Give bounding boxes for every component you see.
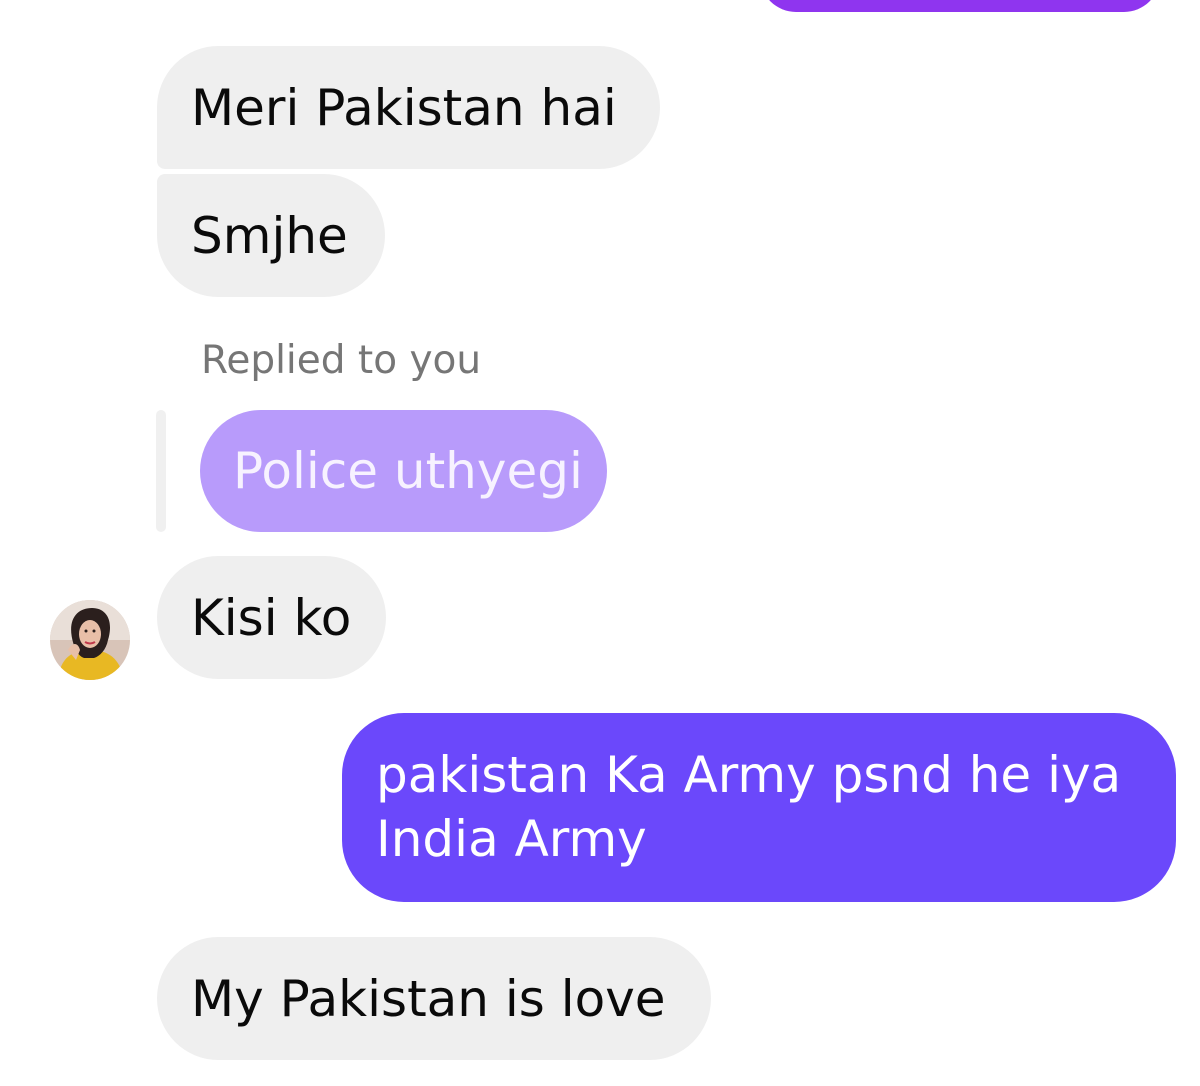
incoming-message[interactable]: Smjhe	[157, 174, 385, 297]
quoted-message[interactable]: Police uthyegi	[200, 410, 607, 532]
message-text: pakistan Ka Army psnd he iya India Army	[376, 746, 1122, 868]
incoming-message[interactable]: Kisi ko	[157, 556, 386, 679]
chat-thread: Meri Pakistan hai Smjhe Replied to you P…	[0, 0, 1200, 1086]
message-text: My Pakistan is love	[191, 969, 666, 1028]
incoming-message[interactable]: My Pakistan is love	[157, 937, 711, 1060]
reply-label: Replied to you	[201, 338, 482, 383]
quoted-message-text: Police uthyegi	[233, 442, 583, 500]
incoming-message[interactable]: Meri Pakistan hai	[157, 46, 660, 169]
message-text: Kisi ko	[191, 588, 352, 647]
previous-outgoing-bubble[interactable]	[760, 0, 1160, 12]
reply-indicator-line	[156, 410, 166, 532]
avatar[interactable]	[50, 600, 130, 680]
outgoing-message[interactable]: pakistan Ka Army psnd he iya India Army	[342, 713, 1176, 902]
message-text: Meri Pakistan hai	[191, 78, 617, 137]
avatar-photo-icon	[50, 600, 130, 680]
message-text: Smjhe	[191, 206, 348, 265]
